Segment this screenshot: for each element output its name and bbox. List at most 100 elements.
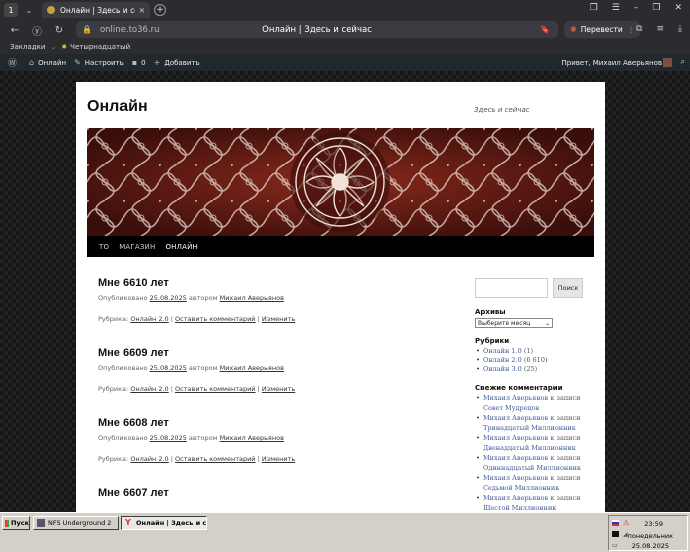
- taskbar-item-browser[interactable]: Y Онлайн | Здесь и сей...: [121, 516, 207, 530]
- rubric-link[interactable]: Онлайн 1.0: [483, 347, 522, 355]
- nav-item-online[interactable]: ОНЛАЙН: [165, 243, 198, 251]
- bookmarks-menu[interactable]: Закладки: [10, 43, 45, 51]
- post-author-link[interactable]: Михаил Аверьянов: [220, 434, 284, 442]
- list-item: Михаил Аверьянов к записи Тринадцатый Мил…: [475, 414, 595, 433]
- translate-button[interactable]: ✱ Перевести ⋮: [564, 21, 640, 38]
- close-tab-icon[interactable]: ✕: [139, 6, 145, 15]
- tabs-overview-icon[interactable]: ❐: [590, 3, 598, 13]
- admin-add-link[interactable]: + Добавить: [154, 58, 200, 67]
- comment-post-link[interactable]: Тринадцатый Миллионник: [483, 424, 576, 432]
- site-title[interactable]: Онлайн: [87, 98, 148, 116]
- category-link[interactable]: Онлайн 2.0: [130, 385, 168, 393]
- post-author-link[interactable]: Михаил Аверьянов: [220, 364, 284, 372]
- comment-post-link[interactable]: Одиннадцатый Миллионник: [483, 464, 581, 472]
- post-date-link[interactable]: 25.08.2025: [150, 434, 187, 442]
- comment-author[interactable]: Михаил Аверьянов: [483, 454, 548, 462]
- comment-post-link[interactable]: Седьмой Миллионник: [483, 484, 559, 492]
- post-title[interactable]: Мне 6610 лет: [98, 277, 438, 289]
- nav-item-shop[interactable]: МАГАЗИН: [119, 243, 155, 251]
- comment-author[interactable]: Михаил Аверьянов: [483, 434, 548, 442]
- comment-post-link[interactable]: Шестой Миллионник: [483, 504, 556, 512]
- maximize-icon[interactable]: ❒: [652, 3, 660, 13]
- search-icon[interactable]: ⌕: [681, 57, 685, 67]
- comment-post-link[interactable]: Двенадцатый Миллионник: [483, 444, 576, 452]
- search-button[interactable]: Поиск: [553, 278, 583, 298]
- chevron-down-icon[interactable]: ⌄: [50, 43, 56, 51]
- extensions-icon[interactable]: ⧉: [636, 24, 642, 34]
- bookmarks-panel-icon[interactable]: ☰: [612, 3, 620, 13]
- comment-sep: к записи: [550, 494, 581, 502]
- post-title[interactable]: Мне 6608 лет: [98, 417, 438, 429]
- bookmark-icon[interactable]: 🔖: [540, 25, 550, 34]
- post: Мне 6610 лет Опубликовано 25.08.2025 авт…: [98, 277, 438, 347]
- post-footer: Рубрика: Онлайн 2.0 | Оставить комментар…: [98, 385, 296, 393]
- more-icon[interactable]: ⋮: [628, 25, 636, 34]
- comment-author[interactable]: Михаил Аверьянов: [483, 474, 548, 482]
- post-title[interactable]: Мне 6607 лет: [98, 487, 438, 499]
- network-icon[interactable]: ▭: [612, 542, 618, 549]
- leave-comment-link[interactable]: Оставить комментарий: [175, 385, 256, 393]
- leave-comment-link[interactable]: Оставить комментарий: [175, 315, 256, 323]
- edit-link[interactable]: Изменить: [262, 315, 295, 323]
- comment-post-link[interactable]: Совет Мудрецов: [483, 404, 539, 412]
- close-window-icon[interactable]: ✕: [674, 3, 682, 13]
- back-arrow-icon[interactable]: ←: [8, 25, 22, 36]
- post-date-link[interactable]: 25.08.2025: [150, 364, 187, 372]
- bookmarks-bar: Закладки ⌄ ✸ Четырнадцатый: [0, 40, 690, 54]
- search-widget: Поиск: [475, 278, 595, 298]
- dashboard-icon: ⌂: [29, 58, 35, 67]
- post-meta: Опубликовано 25.08.2025 автором Михаил А…: [98, 294, 438, 302]
- admin-customize-link[interactable]: ✎ Настроить: [74, 58, 124, 67]
- comment-author[interactable]: Михаил Аверьянов: [483, 414, 548, 422]
- rubric-link[interactable]: Онлайн 3.0: [483, 365, 522, 373]
- post-date-link[interactable]: 25.08.2025: [150, 294, 187, 302]
- post-footer: Рубрика: Онлайн 2.0 | Оставить комментар…: [98, 315, 296, 323]
- yandex-logo-icon[interactable]: ⓨ: [30, 23, 44, 38]
- game-icon: [37, 519, 45, 527]
- new-tab-button[interactable]: +: [154, 4, 166, 16]
- chevron-down-icon[interactable]: ⌄: [22, 3, 36, 17]
- menu-icon[interactable]: ≡: [656, 24, 664, 34]
- post-author-link[interactable]: Михаил Аверьянов: [220, 294, 284, 302]
- post: Мне 6607 лет: [98, 487, 438, 512]
- clock-date: 25.08.2025: [631, 542, 669, 550]
- category-link[interactable]: Онлайн 2.0: [130, 455, 168, 463]
- admin-site-label: Онлайн: [38, 58, 67, 67]
- translate-icon: ✱: [570, 25, 577, 34]
- wordpress-logo-icon[interactable]: Ⓦ: [8, 56, 21, 69]
- tab-count-badge[interactable]: 1: [4, 3, 18, 17]
- search-input[interactable]: [475, 278, 548, 298]
- admin-site-link[interactable]: ⌂ Онлайн: [29, 58, 66, 67]
- language-flag-icon[interactable]: [612, 520, 619, 526]
- comment-author[interactable]: Михаил Аверьянов: [483, 494, 548, 502]
- edit-link[interactable]: Изменить: [262, 385, 295, 393]
- recent-comments-title: Свежие комментарии: [475, 384, 563, 392]
- rubric-link[interactable]: Онлайн 2.0: [483, 356, 522, 364]
- tray-icon[interactable]: [612, 531, 619, 537]
- admin-greeting[interactable]: Привет, Михаил Аверьянов: [562, 59, 662, 67]
- post-title[interactable]: Мне 6609 лет: [98, 347, 438, 359]
- taskbar-item-nfs[interactable]: NFS Underground 2: [33, 516, 119, 530]
- admin-comments-link[interactable]: ▪ 0: [132, 58, 146, 67]
- start-button[interactable]: Пуск: [2, 516, 30, 530]
- leave-comment-link[interactable]: Оставить комментарий: [175, 455, 256, 463]
- download-icon[interactable]: ⤓: [678, 24, 682, 34]
- avatar[interactable]: [663, 58, 672, 67]
- browser-tab-active[interactable]: Онлайн | Здесь и сейча ✕: [42, 2, 150, 18]
- minimize-icon[interactable]: –: [634, 3, 639, 13]
- app-tray-icon[interactable]: ⚠: [623, 519, 629, 527]
- category-link[interactable]: Онлайн 2.0: [130, 315, 168, 323]
- bookmark-item[interactable]: Четырнадцатый: [70, 43, 130, 51]
- address-field[interactable]: 🔒 online.to36.ru Онлайн | Здесь и сейчас…: [76, 21, 558, 38]
- reload-icon[interactable]: ↻: [52, 25, 66, 36]
- edit-link[interactable]: Изменить: [262, 455, 295, 463]
- rubric-label: Рубрика:: [98, 315, 129, 323]
- comment-author[interactable]: Михаил Аверьянов: [483, 394, 548, 402]
- post-footer: Рубрика: Онлайн 2.0 | Оставить комментар…: [98, 455, 296, 463]
- archives-select[interactable]: Выберите месяц ⌄: [475, 318, 553, 328]
- brush-icon: ✎: [74, 58, 81, 67]
- comments-count: 0: [141, 58, 146, 67]
- yandex-browser-icon: Y: [125, 518, 131, 527]
- nav-item-to[interactable]: ТО: [99, 243, 109, 251]
- clock-time[interactable]: 23:59: [644, 520, 663, 528]
